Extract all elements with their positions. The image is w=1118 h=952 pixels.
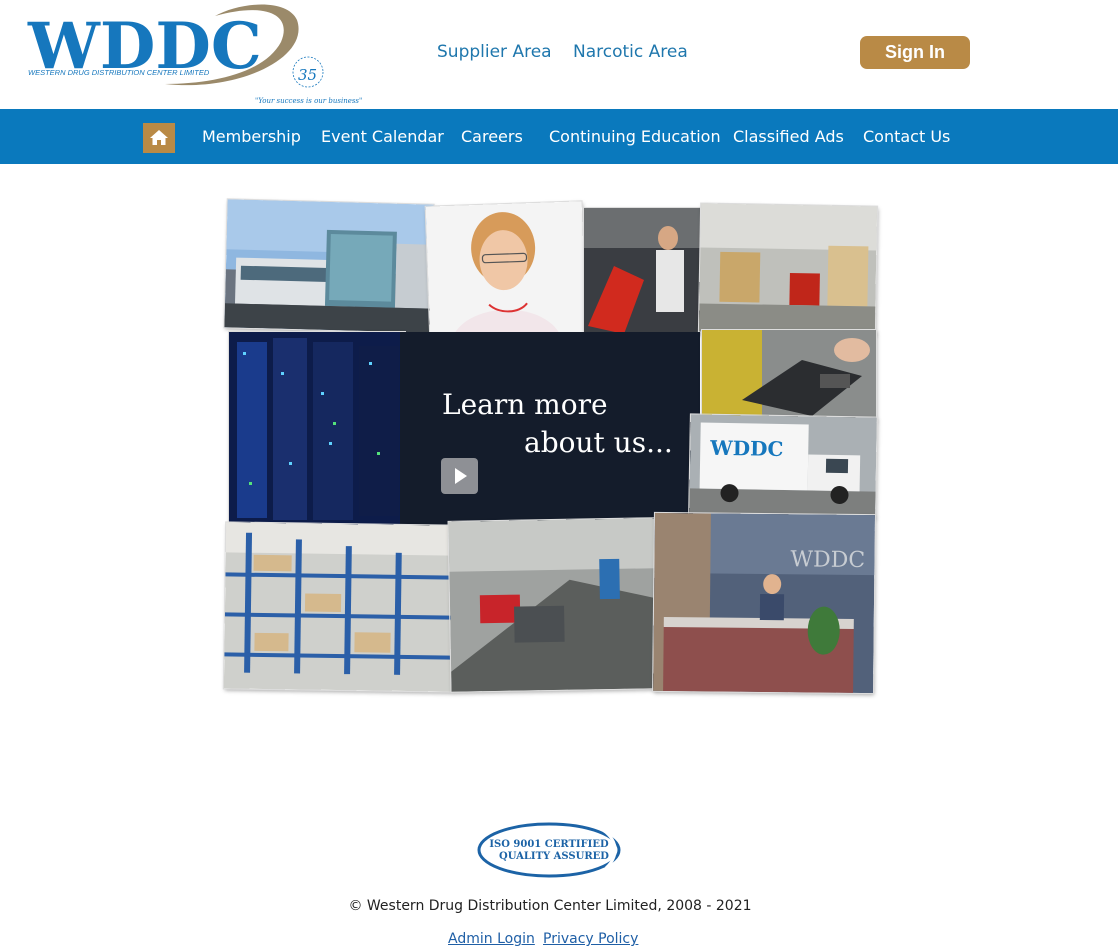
conveyor-totes-photo: [448, 518, 658, 692]
iso-line2: QUALITY ASSURED: [499, 851, 609, 862]
iso-certified-badge: ISO 9001 CERTIFIED QUALITY ASSURED: [476, 820, 624, 880]
home-icon: [150, 130, 168, 145]
wall-sign-logo: WDDC: [790, 547, 865, 573]
narcotic-area-link[interactable]: Narcotic Area: [573, 42, 688, 62]
warehouse-forklift-photo: [698, 203, 878, 335]
building-photo: [224, 199, 434, 333]
worker-dolly-photo: [584, 208, 700, 334]
main-nav: Membership Event Calendar Careers Contin…: [0, 109, 1118, 164]
nav-classified-ads[interactable]: Classified Ads: [733, 127, 844, 146]
wddc-logo[interactable]: WDDC WESTERN DRUG DISTRIBUTION CENTER LI…: [25, 2, 365, 108]
truck-logo: WDDC: [709, 436, 783, 461]
nav-careers[interactable]: Careers: [461, 127, 523, 146]
call-center-photo: [425, 201, 587, 345]
logo-company-name: WESTERN DRUG DISTRIBUTION CENTER LIMITED: [28, 68, 210, 77]
learn-more-line2: about us...: [524, 426, 673, 459]
barcode-scanner-photo: [702, 330, 876, 420]
admin-login-link[interactable]: Admin Login: [448, 931, 535, 947]
delivery-truck-photo: WDDC: [689, 414, 877, 518]
nav-continuing-education[interactable]: Continuing Education: [549, 127, 721, 146]
logo-tagline: "Your success is our business": [255, 97, 362, 105]
iso-line1: ISO 9001 CERTIFIED: [489, 839, 609, 850]
reception-desk-photo: WDDC: [653, 512, 875, 694]
sign-in-button[interactable]: Sign In: [860, 36, 970, 69]
nav-membership[interactable]: Membership: [202, 127, 301, 146]
privacy-policy-link[interactable]: Privacy Policy: [543, 931, 638, 947]
home-button[interactable]: [143, 123, 175, 153]
learn-more-line1: Learn more: [442, 388, 608, 421]
anniversary-badge: 35: [298, 66, 317, 84]
nav-contact-us[interactable]: Contact Us: [863, 127, 950, 146]
server-room-photo: [229, 332, 405, 526]
nav-event-calendar[interactable]: Event Calendar: [321, 127, 444, 146]
warehouse-shelves-photo: [223, 522, 455, 692]
supplier-area-link[interactable]: Supplier Area: [437, 42, 552, 62]
play-icon[interactable]: [441, 458, 478, 494]
copyright-text: © Western Drug Distribution Center Limit…: [348, 898, 752, 914]
